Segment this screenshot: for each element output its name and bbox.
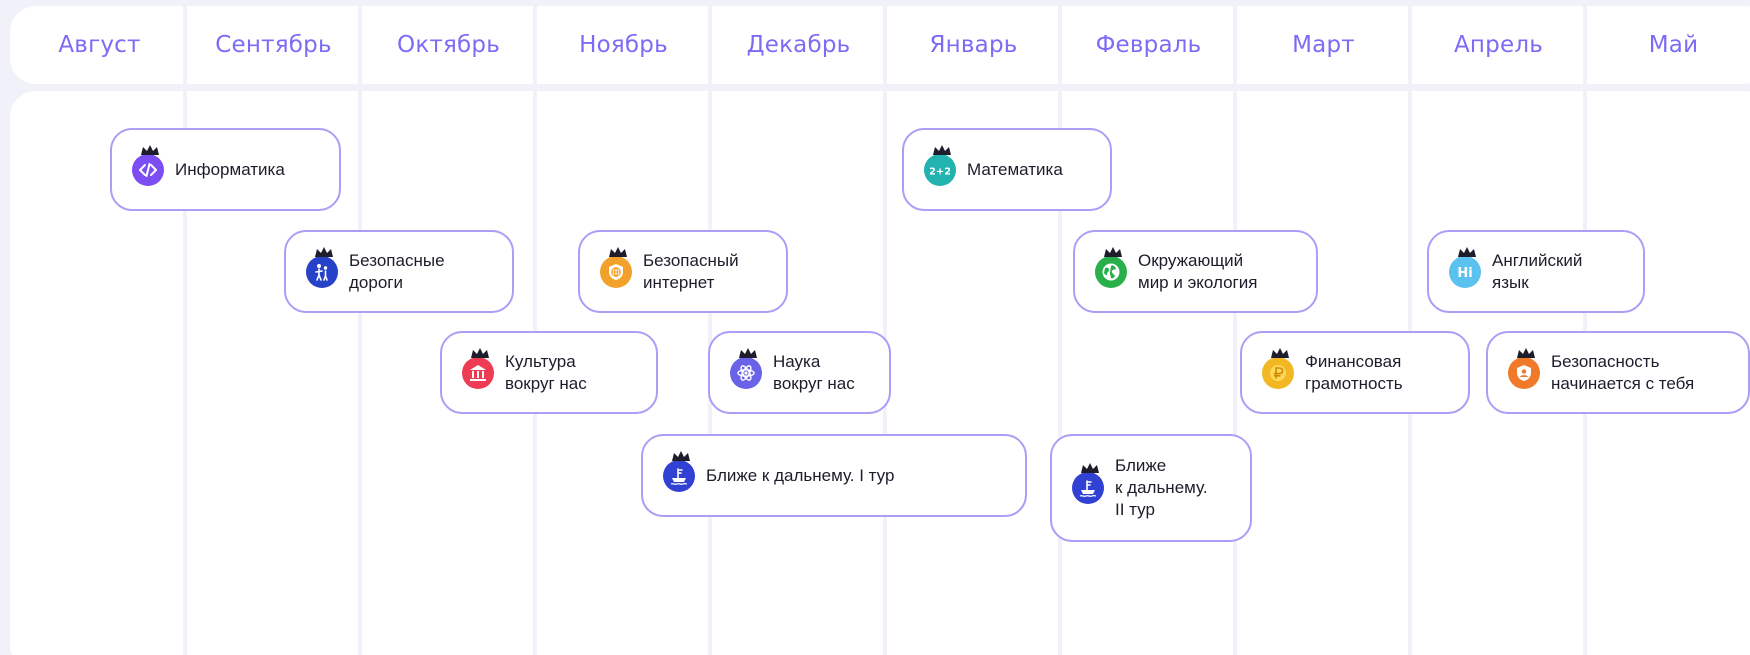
event-card-safe-internet[interactable]: Безопасный интернет xyxy=(578,230,788,313)
month-row: Август Сентябрь Октябрь Ноябрь Декабрь Я… xyxy=(0,6,1750,84)
month-march[interactable]: Март xyxy=(1236,6,1411,84)
museum-icon xyxy=(462,347,494,389)
month-december[interactable]: Декабрь xyxy=(711,6,886,84)
event-card-closer-to-far-round-2[interactable]: Ближе к дальнему. II тур xyxy=(1050,434,1252,542)
event-label: Ближе к дальнему. I тур xyxy=(706,465,895,485)
event-label: Английский язык xyxy=(1492,250,1583,292)
column-divider xyxy=(1058,6,1062,655)
math-icon: 2+2 xyxy=(924,144,956,186)
event-card-informatics[interactable]: Информатика xyxy=(110,128,341,211)
event-label: Финансовая грамотность xyxy=(1305,351,1403,393)
hi-icon: Hi xyxy=(1449,246,1481,288)
event-card-finance[interactable]: Финансовая грамотность xyxy=(1240,331,1470,414)
month-may[interactable]: Май xyxy=(1586,6,1750,84)
month-october[interactable]: Октябрь xyxy=(361,6,536,84)
event-label: Математика xyxy=(967,159,1063,179)
column-divider xyxy=(708,6,712,655)
event-label: Культура вокруг нас xyxy=(505,351,587,393)
month-january[interactable]: Январь xyxy=(886,6,1061,84)
code-icon xyxy=(132,144,164,186)
event-label: Безопасный интернет xyxy=(643,250,739,292)
event-label: Информатика xyxy=(175,159,285,179)
month-april[interactable]: Апрель xyxy=(1411,6,1586,84)
month-november[interactable]: Ноябрь xyxy=(536,6,711,84)
ruble-coin-icon xyxy=(1262,347,1294,389)
svg-text:Hi: Hi xyxy=(1457,266,1472,281)
ship-icon xyxy=(1072,463,1104,504)
event-card-science[interactable]: Наука вокруг нас xyxy=(708,331,891,414)
event-label: Окружающий мир и экология xyxy=(1138,250,1258,292)
pedestrians-icon xyxy=(306,246,338,288)
event-card-safe-roads[interactable]: Безопасные дороги xyxy=(284,230,514,313)
event-card-mathematics[interactable]: 2+2 Математика xyxy=(902,128,1112,211)
globe-shield-icon xyxy=(600,246,632,288)
event-card-closer-to-far-round-1[interactable]: Ближе к дальнему. I тур xyxy=(641,434,1027,517)
event-label: Безопасные дороги xyxy=(349,250,445,292)
column-divider xyxy=(358,6,362,655)
column-divider xyxy=(1233,6,1237,655)
column-divider xyxy=(183,6,187,655)
event-card-culture[interactable]: Культура вокруг нас xyxy=(440,331,658,414)
month-september[interactable]: Сентябрь xyxy=(186,6,361,84)
event-label: Ближе к дальнему. II тур xyxy=(1115,456,1208,519)
atom-icon xyxy=(730,347,762,389)
user-shield-icon xyxy=(1508,347,1540,389)
column-divider xyxy=(883,6,887,655)
month-february[interactable]: Февраль xyxy=(1061,6,1236,84)
event-card-safety[interactable]: Безопасность начинается с тебя xyxy=(1486,331,1750,414)
ship-icon xyxy=(663,450,695,492)
event-label: Безопасность начинается с тебя xyxy=(1551,351,1695,393)
earth-icon xyxy=(1095,246,1127,288)
event-card-environment[interactable]: Окружающий мир и экология xyxy=(1073,230,1318,313)
event-card-english[interactable]: Hi Английский язык xyxy=(1427,230,1645,313)
event-label: Наука вокруг нас xyxy=(773,351,855,393)
month-august[interactable]: Август xyxy=(12,6,187,84)
svg-text:2+2: 2+2 xyxy=(930,166,950,177)
